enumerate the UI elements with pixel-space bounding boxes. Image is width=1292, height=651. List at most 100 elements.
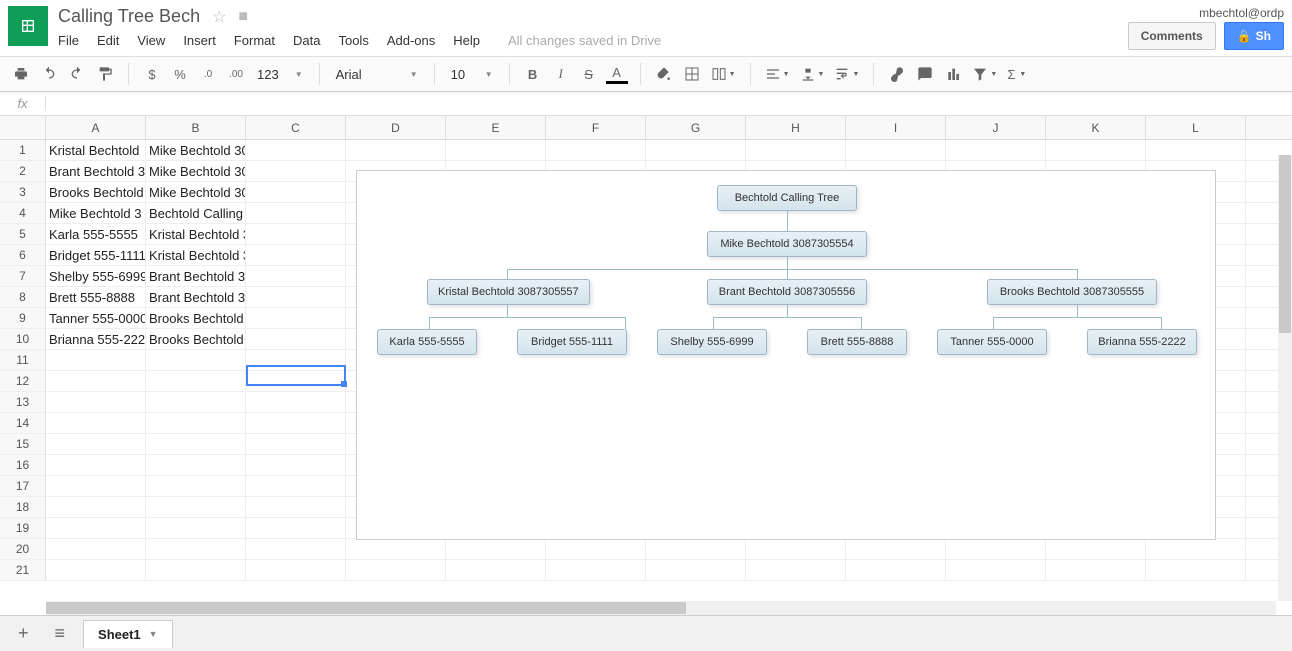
row-header[interactable]: 19 (0, 518, 46, 538)
percent-button[interactable]: % (169, 62, 191, 86)
cell[interactable] (746, 140, 846, 160)
cell[interactable] (146, 518, 246, 538)
cell[interactable] (246, 350, 346, 370)
row-header[interactable]: 9 (0, 308, 46, 328)
paint-format-icon[interactable] (94, 62, 116, 86)
increase-decimal-button[interactable]: .00 (225, 62, 247, 86)
cell[interactable] (446, 140, 546, 160)
row-header[interactable]: 3 (0, 182, 46, 202)
cell[interactable] (246, 434, 346, 454)
cell[interactable] (246, 560, 346, 580)
cell[interactable] (246, 371, 346, 391)
cell[interactable] (1046, 140, 1146, 160)
bold-button[interactable]: B (522, 62, 544, 86)
folder-icon[interactable]: ■ (238, 8, 248, 26)
cell[interactable] (346, 560, 446, 580)
col-header[interactable]: I (846, 116, 946, 139)
insert-comment-button[interactable] (914, 62, 936, 86)
italic-button[interactable]: I (550, 62, 572, 86)
cell[interactable]: Bechtold Calling Tree (146, 203, 246, 223)
col-header[interactable]: G (646, 116, 746, 139)
number-format-select[interactable]: 123▼ (253, 67, 307, 82)
cell[interactable] (446, 539, 546, 559)
cell[interactable] (146, 392, 246, 412)
row-header[interactable]: 15 (0, 434, 46, 454)
sheets-logo[interactable] (8, 6, 48, 46)
v-scrollbar[interactable] (1278, 155, 1292, 601)
cell[interactable]: Brooks Bechtold 3087305555 (146, 308, 246, 328)
cell[interactable]: Brant Bechtold 3 (46, 161, 146, 181)
cell[interactable] (146, 476, 246, 496)
cell[interactable]: Brett 555-8888 (46, 287, 146, 307)
row-header[interactable]: 14 (0, 413, 46, 433)
filter-button[interactable]: ▼ (970, 62, 999, 86)
star-icon[interactable]: ☆ (212, 7, 226, 27)
menu-addons[interactable]: Add-ons (387, 33, 435, 48)
cell[interactable]: Mike Bechtold 3087305554 (146, 161, 246, 181)
cell[interactable] (46, 539, 146, 559)
cell[interactable] (246, 245, 346, 265)
cell[interactable]: Brant Bechtold 3087305556 (146, 287, 246, 307)
cell[interactable] (646, 140, 746, 160)
col-header[interactable]: J (946, 116, 1046, 139)
cell[interactable] (46, 560, 146, 580)
currency-button[interactable]: $ (141, 62, 163, 86)
cell[interactable] (246, 518, 346, 538)
menu-data[interactable]: Data (293, 33, 320, 48)
cell[interactable]: Tanner 555-0000 (46, 308, 146, 328)
menu-tools[interactable]: Tools (338, 33, 368, 48)
cell[interactable] (46, 350, 146, 370)
row-header[interactable]: 21 (0, 560, 46, 580)
row-header[interactable]: 4 (0, 203, 46, 223)
col-header[interactable]: C (246, 116, 346, 139)
cell[interactable] (1146, 140, 1246, 160)
cell[interactable]: Brianna 555-222 (46, 329, 146, 349)
cell[interactable] (246, 413, 346, 433)
cell[interactable] (246, 182, 346, 202)
row-header[interactable]: 16 (0, 455, 46, 475)
cell[interactable] (146, 434, 246, 454)
insert-chart-button[interactable] (942, 62, 964, 86)
menu-view[interactable]: View (137, 33, 165, 48)
select-all-corner[interactable] (0, 116, 46, 139)
redo-icon[interactable] (66, 62, 88, 86)
row-header[interactable]: 8 (0, 287, 46, 307)
cell[interactable] (846, 539, 946, 559)
cell[interactable]: Kristal Bechtold 3087305557 (146, 224, 246, 244)
cell[interactable] (146, 455, 246, 475)
row-header[interactable]: 2 (0, 161, 46, 181)
col-header[interactable]: F (546, 116, 646, 139)
col-header[interactable]: K (1046, 116, 1146, 139)
row-header[interactable]: 6 (0, 245, 46, 265)
undo-icon[interactable] (38, 62, 60, 86)
font-size-select[interactable]: 10▼ (447, 67, 497, 82)
decrease-decimal-button[interactable]: .0 (197, 62, 219, 86)
cell[interactable]: Mike Bechtold 3087305554 (146, 140, 246, 160)
row-header[interactable]: 5 (0, 224, 46, 244)
cell[interactable]: Brant Bechtold 3087305556 (146, 266, 246, 286)
cell[interactable] (846, 560, 946, 580)
cell[interactable] (746, 539, 846, 559)
col-header[interactable]: A (46, 116, 146, 139)
cell[interactable] (246, 455, 346, 475)
print-icon[interactable] (10, 62, 32, 86)
text-wrap-button[interactable]: ▼ (832, 62, 861, 86)
col-header[interactable]: D (346, 116, 446, 139)
row-header[interactable]: 17 (0, 476, 46, 496)
row-header[interactable]: 11 (0, 350, 46, 370)
cell[interactable] (646, 539, 746, 559)
cell[interactable] (246, 287, 346, 307)
cell[interactable] (46, 455, 146, 475)
cell[interactable] (1046, 560, 1146, 580)
h-scrollbar[interactable] (46, 601, 1276, 615)
formula-input[interactable] (46, 96, 1292, 111)
user-email[interactable]: mbechtol@ordp (1128, 6, 1284, 20)
col-header[interactable]: L (1146, 116, 1246, 139)
cell[interactable] (46, 476, 146, 496)
cell[interactable] (246, 539, 346, 559)
cell[interactable] (46, 392, 146, 412)
strike-button[interactable]: S (578, 62, 600, 86)
add-sheet-button[interactable]: + (10, 619, 37, 648)
row-header[interactable]: 18 (0, 497, 46, 517)
cell[interactable]: Kristal Bechtold 3087305557 (146, 245, 246, 265)
